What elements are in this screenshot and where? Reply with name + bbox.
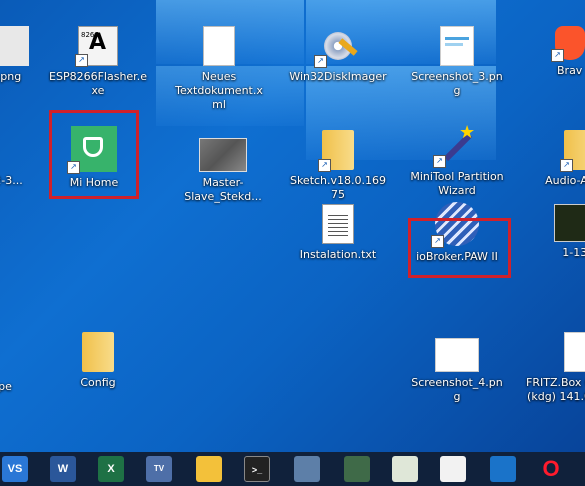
highlight-box-mi-home [49,110,139,199]
icon-label: Brav [557,64,583,77]
shortcut-arrow-icon: ↗ [75,54,88,67]
folder-icon: ↗ [560,130,585,172]
image-thumbnail-icon [199,138,247,172]
text-document-icon [322,204,354,244]
desktop-icon-sketch[interactable]: ↗ Sketch.v18.0.16975 [289,130,387,202]
shortcut-arrow-icon: ↗ [314,55,327,68]
notepad-icon[interactable] [392,456,418,482]
shortcut-arrow-icon: ↗ [560,159,573,172]
desktop-icon-1-13[interactable]: 1-13.j [540,204,585,260]
file-icon [0,336,25,376]
tv-icon[interactable]: TV [146,456,172,482]
icon-label: Screenshot_3.png [411,70,503,97]
esp-flasher-icon: 8266 A ↗ [75,26,118,67]
icon-label: 1-13.j [562,246,585,259]
icon-label: pe [0,380,12,393]
image-file-icon [0,26,29,66]
icon-label: Screenshot_4.png [411,376,503,403]
star-shape: ★ [459,122,476,143]
thumbnail-strip [445,43,463,46]
desktop-icon-screenshot-4[interactable]: Screenshot_4.png [408,338,506,404]
icon-label: Master-Slave_Stekd... [184,176,262,203]
excel-icon[interactable]: X [98,456,124,482]
vscode-icon[interactable]: VS [2,456,28,482]
disk-imager-icon: ↗ [314,26,358,68]
icon-label: MiniTool Partition Wizard [410,170,504,197]
image-file-icon [440,26,474,66]
minitool-icon: ★ ↗ [433,122,477,168]
shortcut-arrow-icon: ↗ [433,155,446,168]
icon-label: FRITZ.Box 6 (kdg) 141.0 [526,376,585,403]
shortcut-arrow-icon: ↗ [551,49,564,62]
icon-label: Neues Textdokument.xml [175,70,263,111]
image-thumbnail-icon [554,204,585,242]
desktop-icon-master-slave[interactable]: Master-Slave_Stekd... [166,138,280,204]
icon-label: ESP8266Flasher.exe [49,70,147,97]
shortcut-arrow-icon: ↗ [318,159,331,172]
letter-a-glyph: A [89,30,107,55]
folder-icon [82,332,114,372]
desktop-icon-fritzbox[interactable]: FRITZ.Box 6 (kdg) 141.0 [518,332,585,404]
desktop-icon-esp8266flasher[interactable]: 8266 A ↗ ESP8266Flasher.exe [49,26,147,98]
lock-icon[interactable] [344,456,370,482]
network-icon[interactable] [294,456,320,482]
icon-label: Instalation.txt [299,248,377,261]
desktop-icon-pe[interactable]: pe [0,336,54,394]
brave-icon: ↗ [551,26,585,62]
desktop-icon-config[interactable]: Config [49,332,147,390]
image-file-icon [435,338,479,372]
taskbar: VS W X TV >_ O [0,452,585,486]
text-lines [328,215,348,237]
mail-icon[interactable] [490,456,516,482]
desktop-icon-neues-textdokument[interactable]: Neues Textdokument.xml [170,26,268,112]
store-icon[interactable] [440,456,466,482]
desktop-icon-instalation[interactable]: Instalation.txt [289,204,387,262]
icon-label: Sketch.v18.0.16975 [289,174,387,201]
opera-icon[interactable]: O [538,456,564,482]
thumbnail-strip [445,37,469,40]
file-explorer-icon[interactable] [196,456,222,482]
desktop-icon-minitool[interactable]: ★ ↗ MiniTool Partition Wizard [408,122,506,198]
icon-label: Config [80,376,116,389]
word-icon[interactable]: W [50,456,76,482]
folder-icon: ↗ [318,130,354,172]
file-icon [0,130,25,170]
document-icon [203,26,235,66]
desktop-icon-win32diskimager[interactable]: ↗ Win32DiskImager [289,26,387,84]
desktop-icon-screenshot-3[interactable]: Screenshot_3.png [408,26,506,98]
desktop: .png 8266 A ↗ ESP8266Flasher.exe Neues T… [0,0,585,452]
desktop-icon-audio[interactable]: ↗ Audio-Al [538,130,585,188]
fritzbox-file-icon [564,332,585,372]
icon-label: Audio-Al [545,174,585,187]
desktop-icon-brave[interactable]: ↗ Brav [545,26,585,78]
terminal-icon[interactable]: >_ [244,456,270,482]
icon-label: Win32DiskImager [289,70,387,83]
highlight-box-iobroker [408,218,511,278]
